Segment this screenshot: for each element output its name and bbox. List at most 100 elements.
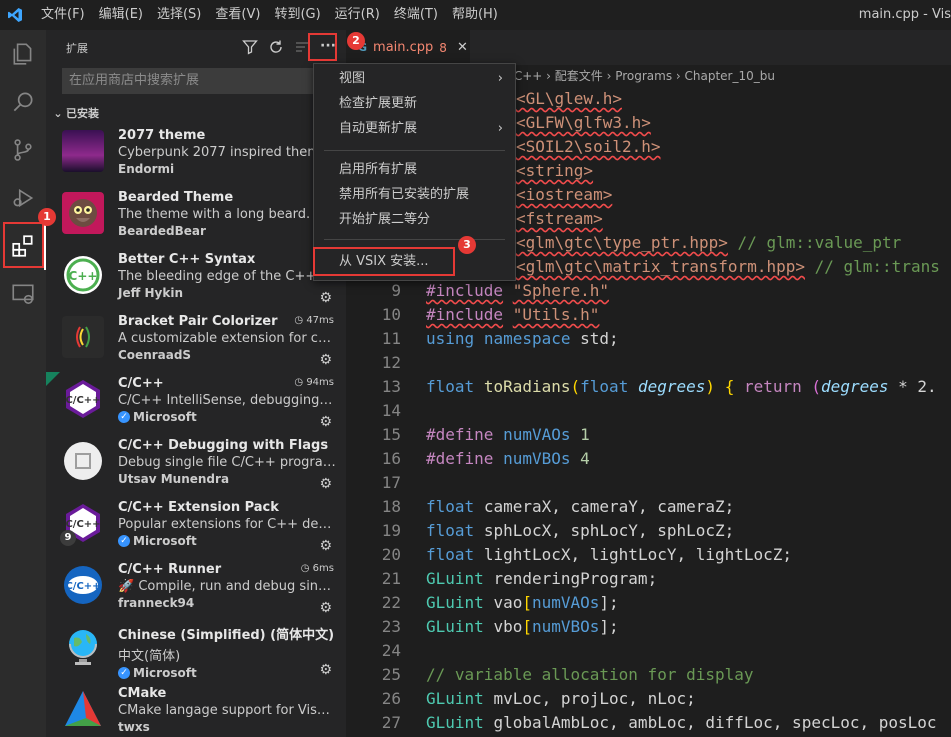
code-comment: // glm::trans xyxy=(804,257,940,276)
extension-description: C/C++ IntelliSense, debugging, and... xyxy=(118,393,336,408)
tab-main-cpp[interactable]: G main.cpp 8 ✕ xyxy=(346,30,470,65)
extension-description: The theme with a long beard. xyxy=(118,207,311,222)
line-number: 9 xyxy=(391,281,401,300)
annotation-box-extensions xyxy=(3,222,44,268)
extension-publisher: franneck94 xyxy=(118,596,195,610)
manage-gear-icon[interactable]: ⚙ xyxy=(319,290,332,306)
extension-publisher: Endormi xyxy=(118,162,175,176)
chevron-right-icon: › xyxy=(497,121,503,136)
extension-item[interactable]: C/C++ C/C++ C/C++ IntelliSense, debuggin… xyxy=(46,372,346,434)
annotation-box-install-vsix xyxy=(313,247,455,276)
code-token: <fstream> xyxy=(516,209,603,228)
line-number: 18 xyxy=(381,497,401,516)
extension-publisher: twxs xyxy=(118,720,150,734)
code-token: <glm\gtc\type_ptr.hpp> xyxy=(516,233,728,252)
code-token: <glm\gtc\matrix_transform.hpp> xyxy=(516,257,805,276)
problem-count: 8 xyxy=(439,40,447,55)
menu-item-auto-update[interactable]: 自动更新扩展 › xyxy=(314,116,515,141)
title-bar: 文件(F) 编辑(E) 选择(S) 查看(V) 转到(G) 运行(R) 终端(T… xyxy=(0,0,951,30)
extension-item[interactable]: C/C++ 9 C/C++ Extension Pack Popular ext… xyxy=(46,496,346,558)
svg-text:C/C++: C/C++ xyxy=(65,395,100,406)
extension-publisher: Utsav Munendra xyxy=(118,472,230,486)
manage-gear-icon[interactable]: ⚙ xyxy=(319,600,332,616)
extension-item[interactable]: C++ Better C++ Syntax The bleeding edge … xyxy=(46,248,346,310)
vscode-logo-icon xyxy=(0,0,30,30)
globe-icon xyxy=(62,626,104,668)
extension-item[interactable]: C/C++ Debugging with Flags Debug single … xyxy=(46,434,346,496)
menu-view[interactable]: 查看(V) xyxy=(208,0,267,30)
annotation-badge: 2 xyxy=(347,32,365,50)
extension-description: 中文(简体) xyxy=(118,649,181,664)
menu-item-bisect[interactable]: 开始扩展二等分 xyxy=(314,207,515,232)
extension-item[interactable]: CMake CMake langage support for Visual S… xyxy=(46,682,346,737)
extension-item[interactable]: C/C++ C/C++ Runner 🚀 Compile, run and de… xyxy=(46,558,346,620)
menu-item-disable-all[interactable]: 禁用所有已安装的扩展 xyxy=(314,182,515,207)
filter-icon[interactable] xyxy=(242,39,258,58)
remote-explorer-icon[interactable] xyxy=(0,270,46,318)
extension-description: Cyberpunk 2077 inspired theme xyxy=(118,145,328,160)
line-number: 15 xyxy=(381,425,401,444)
extension-description: CMake langage support for Visual S... xyxy=(118,703,336,718)
code-token: <string> xyxy=(516,161,594,180)
manage-gear-icon[interactable]: ⚙ xyxy=(319,414,332,430)
menu-help[interactable]: 帮助(H) xyxy=(445,0,505,30)
cpp-icon: C/C++ xyxy=(62,378,104,420)
search-icon[interactable] xyxy=(0,78,46,126)
line-number: 27 xyxy=(381,713,401,732)
extension-name: C/C++ Extension Pack xyxy=(118,500,279,515)
extension-description: 🚀 Compile, run and debug single ... xyxy=(118,579,336,594)
editor-tabs: G main.cpp 8 ✕ xyxy=(346,30,951,65)
extension-name: Chinese (Simplified) (简体中文) La... xyxy=(118,628,336,643)
extension-description: Popular extensions for C++ develop... xyxy=(118,517,336,532)
cmake-icon xyxy=(62,688,104,730)
bracket-colorizer-icon xyxy=(62,316,104,358)
line-number: 25 xyxy=(381,665,401,684)
menu-terminal[interactable]: 终端(T) xyxy=(387,0,445,30)
manage-gear-icon[interactable]: ⚙ xyxy=(319,476,332,492)
menu-separator xyxy=(324,150,505,151)
line-number: 19 xyxy=(381,521,401,540)
installed-section-header[interactable]: ⌄ 已安装 xyxy=(46,102,346,124)
code-token: <SOIL2\soil2.h> xyxy=(516,137,661,156)
extension-item[interactable]: Chinese (Simplified) (简体中文) La... 中文(简体)… xyxy=(46,620,346,682)
line-number: 20 xyxy=(381,545,401,564)
activation-time: ◷ 6ms xyxy=(300,563,334,574)
extension-item[interactable]: Bracket Pair Colorizer A customizable ex… xyxy=(46,310,346,372)
menu-item-check-updates[interactable]: 检查扩展更新 xyxy=(314,91,515,116)
pack-count-badge: 9 xyxy=(60,530,76,546)
explorer-icon[interactable] xyxy=(0,30,46,78)
manage-gear-icon[interactable]: ⚙ xyxy=(319,352,332,368)
cyberpunk-theme-icon xyxy=(62,130,104,172)
line-number: 13 xyxy=(381,377,401,396)
source-control-icon[interactable] xyxy=(0,126,46,174)
extension-search-input[interactable]: 在应用商店中搜索扩展 xyxy=(62,68,334,94)
menu-item-views[interactable]: 视图 › xyxy=(314,66,515,91)
activation-time: ◷ 94ms xyxy=(294,377,334,388)
manage-gear-icon[interactable]: ⚙ xyxy=(319,538,332,554)
code-token: <GL\glew.h> xyxy=(516,89,622,108)
window-title: main.cpp - Vis xyxy=(858,7,951,22)
menu-item-enable-all[interactable]: 启用所有扩展 xyxy=(314,157,515,182)
line-number: 22 xyxy=(381,593,401,612)
verified-publisher-icon: ✓ xyxy=(118,667,130,679)
line-number: 11 xyxy=(381,329,401,348)
extension-item[interactable]: Bearded Theme The theme with a long bear… xyxy=(46,186,346,248)
menu-edit[interactable]: 编辑(E) xyxy=(92,0,150,30)
extension-name: Better C++ Syntax xyxy=(118,252,256,267)
close-icon[interactable]: ✕ xyxy=(457,40,468,55)
verified-publisher-icon: ✓ xyxy=(118,411,130,423)
manage-gear-icon[interactable]: ⚙ xyxy=(319,662,332,678)
line-number: 21 xyxy=(381,569,401,588)
menu-selection[interactable]: 选择(S) xyxy=(150,0,208,30)
refresh-icon[interactable] xyxy=(268,39,284,58)
debug-flags-icon xyxy=(62,440,104,482)
extension-description: Debug single file C/C++ programs ... xyxy=(118,455,336,470)
annotation-badge: 1 xyxy=(38,208,56,226)
menu-go[interactable]: 转到(G) xyxy=(267,0,327,30)
line-number: 12 xyxy=(381,353,401,372)
extension-item[interactable]: 2077 theme Cyberpunk 2077 inspired theme… xyxy=(46,124,346,186)
extension-description: The bleeding edge of the C++ syntax xyxy=(118,269,336,284)
annotation-box-more-actions xyxy=(308,33,337,61)
menu-file[interactable]: 文件(F) xyxy=(34,0,92,30)
menu-run[interactable]: 运行(R) xyxy=(328,0,387,30)
